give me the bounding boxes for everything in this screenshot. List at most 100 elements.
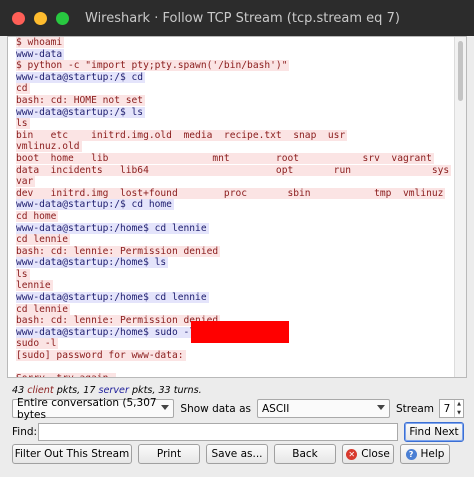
- stream-line: www-data@startup:/home$ cd lennie: [16, 222, 460, 235]
- stream-line-text: bash: cd: HOME not set: [16, 94, 146, 106]
- close-icon: ✕: [346, 448, 358, 460]
- stream-line: www-data@startup:/$ cd: [16, 71, 460, 84]
- close-window-icon[interactable]: [12, 11, 25, 25]
- find-next-button[interactable]: Find Next: [404, 422, 464, 442]
- stream-line-text: cd: [16, 83, 30, 95]
- follow-tcp-stream-window: Wireshark · Follow TCP Stream (tcp.strea…: [0, 0, 474, 477]
- stream-line: ls: [16, 268, 460, 281]
- button-row: Filter Out This Stream Print Save as... …: [12, 444, 464, 464]
- stream-line: vmlinuz.old: [16, 141, 460, 153]
- stream-line: cd: [16, 83, 460, 95]
- conversation-select[interactable]: Entire conversation (5,307 bytes: [12, 396, 175, 421]
- stream-line-text: Sorry, try again.: [16, 373, 117, 377]
- stream-line-text: bin etc initrd.img.old media recipe.txt …: [16, 129, 348, 141]
- help-icon: ?: [405, 448, 417, 460]
- print-button[interactable]: Print: [138, 444, 200, 464]
- stream-line-text: www-data@startup:/home$ sudo -l: [16, 326, 198, 338]
- data-format-value: ASCII: [261, 402, 290, 415]
- back-button[interactable]: Back: [274, 444, 336, 464]
- client-label: client: [27, 385, 54, 396]
- stream-line-text: ls: [16, 268, 30, 280]
- stream-line-text: data incidents lib64 opt run sys: [16, 164, 452, 176]
- stream-line-text: boot home lib mnt root srv vagrant: [16, 152, 434, 164]
- stream-line-text: cd lennie: [16, 303, 70, 315]
- stream-label: Stream: [396, 402, 434, 415]
- stream-line: www-data@startup:/home$ ls: [16, 257, 460, 269]
- redacted-password-block: [191, 321, 289, 343]
- spinner-up-icon[interactable]: ▲: [455, 400, 463, 409]
- stream-line: www-data@startup:/$ ls: [16, 106, 460, 119]
- stream-number-spinner[interactable]: 7 ▲ ▼: [439, 399, 464, 418]
- window-title: Wireshark · Follow TCP Stream (tcp.strea…: [85, 10, 405, 26]
- stream-line: bash: cd: HOME not set: [16, 94, 460, 107]
- stream-line-text: www-data@startup:/$ cd home: [16, 199, 174, 211]
- packet-stats: 43 client pkts, 17 server pkts, 33 turns…: [12, 385, 202, 396]
- stream-line-text: [sudo] password for www-data:: [16, 350, 186, 362]
- find-input[interactable]: [38, 423, 398, 441]
- stream-line-text: www-data@startup:/home$ cd lennie: [16, 292, 209, 304]
- stream-line: dev initrd.img lost+found proc sbin tmp …: [16, 187, 460, 200]
- server-pkt-count: 17: [83, 385, 96, 396]
- stream-line: data incidents lib64 opt run sys: [16, 164, 460, 177]
- stream-line-text: www-data: [16, 48, 65, 60]
- stream-line: lennie: [16, 280, 460, 292]
- stream-line-text: www-data@startup:/$ cd: [16, 71, 146, 83]
- stream-line: www-data: [16, 48, 460, 61]
- stream-line-text: lennie: [16, 280, 53, 292]
- filter-out-stream-button[interactable]: Filter Out This Stream: [12, 444, 132, 464]
- stream-line: cd home: [16, 210, 460, 223]
- stream-line-text: $ python -c "import pty;pty.spawn('/bin/…: [16, 60, 290, 72]
- stream-number: 7: [443, 402, 451, 415]
- stats-tail: pkts, 33 turns.: [131, 385, 202, 396]
- find-row: Find: Find Next: [12, 422, 464, 442]
- spinner-down-icon[interactable]: ▼: [455, 409, 463, 418]
- stream-line-text: www-data@startup:/home$ cd lennie: [16, 222, 209, 234]
- save-as-button[interactable]: Save as...: [206, 444, 268, 464]
- stream-line: bash: cd: lennie: Permission denied: [16, 245, 460, 258]
- stream-line: $ whoami: [16, 37, 460, 49]
- server-label: server: [98, 385, 129, 396]
- stream-line-text: cd home: [16, 210, 59, 222]
- stream-line: bin etc initrd.img.old media recipe.txt …: [16, 129, 460, 142]
- stream-line-text: $ whoami: [16, 37, 65, 48]
- client-pkt-count: 43: [12, 385, 25, 396]
- stream-line: [16, 362, 460, 374]
- scrollbar-thumb[interactable]: [458, 41, 463, 101]
- stream-line: var: [16, 176, 460, 188]
- maximize-window-icon[interactable]: [56, 11, 69, 25]
- stream-line: boot home lib mnt root srv vagrant: [16, 152, 460, 165]
- spinner-buttons: ▲ ▼: [454, 400, 463, 417]
- stream-line: cd lennie: [16, 234, 460, 246]
- stream-line: [sudo] password for www-data:: [16, 350, 460, 362]
- stream-line-text: cd lennie: [16, 234, 70, 246]
- stream-line: www-data@startup:/$ cd home: [16, 199, 460, 211]
- close-button-label: Close: [361, 448, 390, 460]
- find-label: Find:: [12, 426, 38, 438]
- vertical-scrollbar[interactable]: [454, 37, 466, 377]
- minimize-window-icon[interactable]: [34, 11, 47, 25]
- stream-line: Sorry, try again.: [16, 373, 460, 377]
- stream-content-pane[interactable]: $ whoami www-data $ python -c "import pty;…: [7, 36, 467, 378]
- chevron-down-icon: [161, 405, 170, 410]
- chevron-down-icon: [377, 405, 385, 410]
- stream-line: $ python -c "import pty;pty.spawn('/bin/…: [16, 60, 460, 72]
- stream-line-text: www-data@startup:/home$ ls: [16, 257, 169, 269]
- conversation-select-value: Entire conversation (5,307 bytes: [17, 396, 157, 421]
- window-controls: [12, 11, 69, 25]
- stream-line-text: bash: cd: lennie: Permission denied: [16, 315, 221, 327]
- close-button[interactable]: ✕ Close: [342, 444, 394, 464]
- stream-line-text: [16, 362, 18, 373]
- help-button[interactable]: ? Help: [400, 444, 450, 464]
- data-format-select[interactable]: ASCII: [256, 399, 390, 418]
- show-data-as-label: Show data as: [180, 402, 251, 415]
- stream-line: www-data@startup:/home$ cd lennie: [16, 292, 460, 304]
- stats-mid: pkts,: [56, 385, 81, 396]
- stream-line-text: sudo -l: [16, 338, 59, 350]
- stream-line-text: vmlinuz.old: [16, 141, 82, 153]
- stream-line-text: ls: [16, 118, 30, 130]
- help-button-label: Help: [420, 448, 445, 460]
- stream-line: ls: [16, 118, 460, 130]
- stream-line-text: dev initrd.img lost+found proc sbin tmp …: [16, 187, 446, 199]
- title-bar: Wireshark · Follow TCP Stream (tcp.strea…: [0, 0, 474, 36]
- stream-line: cd lennie: [16, 303, 460, 316]
